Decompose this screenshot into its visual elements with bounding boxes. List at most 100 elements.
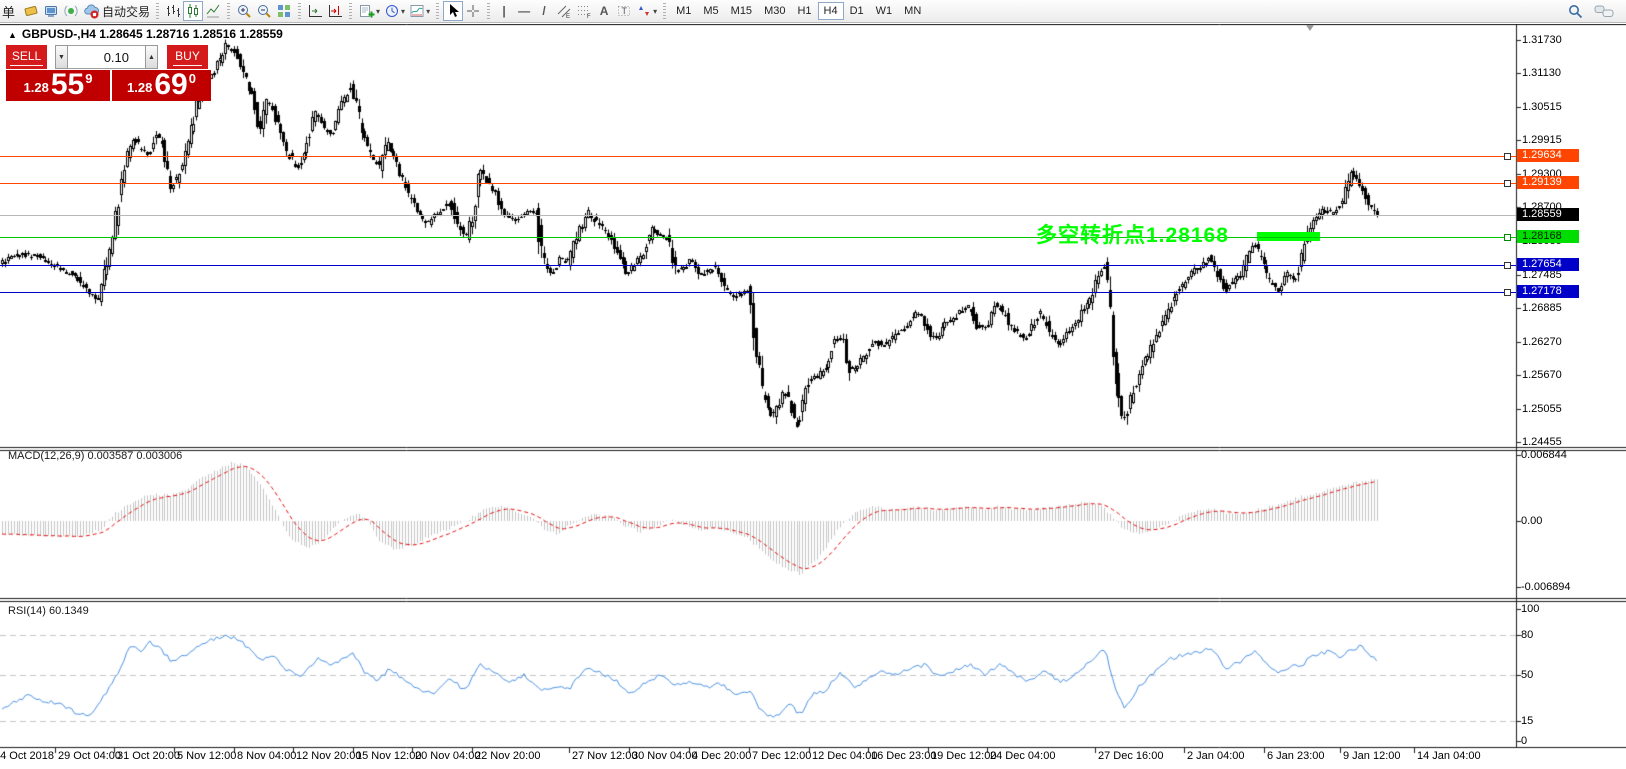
chevron-down-icon: ▾ bbox=[401, 7, 405, 16]
price-axis-tick: 1.26885 bbox=[1522, 302, 1562, 314]
main-toolbar: 单 自动交易 ▾ ▾ ▾ | — / bbox=[0, 0, 1626, 23]
zoom-out-icon[interactable] bbox=[254, 1, 274, 21]
toolbar-grip bbox=[227, 3, 230, 19]
periods-icon[interactable]: ▾ bbox=[382, 1, 407, 21]
cursor-icon[interactable] bbox=[443, 1, 463, 21]
price-axis-tick: 1.24455 bbox=[1522, 436, 1562, 448]
volume-input[interactable] bbox=[68, 45, 145, 69]
templates-icon[interactable]: ▾ bbox=[407, 1, 432, 21]
line-handle[interactable] bbox=[1504, 289, 1511, 296]
price-badge: 1.28559 bbox=[1517, 208, 1579, 221]
line-handle[interactable] bbox=[1504, 180, 1511, 187]
rsi-axis-tick: 50 bbox=[1521, 669, 1533, 681]
svg-text:E: E bbox=[566, 14, 570, 19]
horizontal-line[interactable] bbox=[0, 156, 1516, 157]
line-handle[interactable] bbox=[1504, 153, 1511, 160]
chevron-down-icon: ▾ bbox=[376, 7, 380, 16]
svg-text:F: F bbox=[587, 14, 591, 19]
timeframe-button-h4[interactable]: H4 bbox=[818, 2, 844, 20]
text-icon[interactable]: A bbox=[594, 1, 614, 21]
collapse-panel-icon[interactable]: ▲ bbox=[8, 30, 17, 40]
chat-icon[interactable] bbox=[1592, 1, 1616, 21]
candlestick-chart-icon[interactable] bbox=[183, 1, 203, 21]
line-handle[interactable] bbox=[1504, 234, 1511, 241]
line-handle[interactable] bbox=[1504, 262, 1511, 269]
price-badge: 1.27178 bbox=[1517, 285, 1579, 298]
auto-scroll-icon[interactable] bbox=[305, 1, 325, 21]
buy-price-prefix: 1.28 bbox=[127, 80, 152, 95]
volume-increase-button[interactable]: ▲ bbox=[145, 45, 158, 69]
buy-price[interactable]: 1.28690 bbox=[112, 70, 211, 101]
new-order-button[interactable]: 单 bbox=[2, 2, 15, 21]
symbol-period-label: GBPUSD-,H4 bbox=[22, 27, 96, 41]
time-axis-label: 24 Dec 04:00 bbox=[990, 750, 1055, 762]
horizontal-line[interactable] bbox=[0, 183, 1516, 184]
vertical-line-icon[interactable]: | bbox=[494, 1, 514, 21]
fibonacci-icon[interactable]: F bbox=[574, 1, 594, 21]
autotrade-label: 自动交易 bbox=[102, 3, 150, 20]
time-axis-label: 27 Dec 16:00 bbox=[1098, 750, 1163, 762]
timeframe-button-m30[interactable]: M30 bbox=[758, 2, 791, 20]
toolbar-grip bbox=[349, 3, 352, 19]
price-badge: 1.28168 bbox=[1517, 230, 1579, 243]
price-badge: 1.29634 bbox=[1517, 149, 1579, 162]
trendline-icon[interactable]: / bbox=[534, 1, 554, 21]
profiles-icon[interactable] bbox=[21, 1, 41, 21]
bar-chart-icon[interactable] bbox=[163, 1, 183, 21]
timeframe-button-w1[interactable]: W1 bbox=[870, 2, 899, 20]
rsi-axis-tick: 80 bbox=[1521, 629, 1533, 641]
time-axis-label: 22 Nov 20:00 bbox=[475, 750, 540, 762]
timeframe-button-mn[interactable]: MN bbox=[898, 2, 927, 20]
timeframe-button-m15[interactable]: M15 bbox=[725, 2, 758, 20]
time-axis-label: 2 Jan 04:00 bbox=[1187, 750, 1245, 762]
buy-button[interactable]: BUY bbox=[167, 45, 208, 69]
tile-windows-icon[interactable] bbox=[274, 1, 294, 21]
chart-surface[interactable] bbox=[0, 24, 1626, 769]
horizontal-line[interactable] bbox=[0, 237, 1516, 238]
macd-indicator-label: MACD(12,26,9) 0.003587 0.003006 bbox=[8, 450, 182, 462]
price-axis-tick: 1.30515 bbox=[1522, 101, 1562, 113]
search-icon[interactable] bbox=[1564, 1, 1586, 21]
crosshair-icon[interactable] bbox=[463, 1, 483, 21]
time-axis-label: 7 Dec 12:00 bbox=[752, 750, 811, 762]
sell-price-pip: 9 bbox=[85, 71, 92, 86]
time-axis-label: 20 Nov 04:00 bbox=[415, 750, 480, 762]
time-axis-label: 16 Dec 23:00 bbox=[871, 750, 936, 762]
horizontal-line[interactable] bbox=[0, 265, 1516, 266]
time-axis-label: 5 Nov 12:00 bbox=[177, 750, 236, 762]
price-axis-tick: 1.31730 bbox=[1522, 34, 1562, 46]
chart-shift-icon[interactable] bbox=[325, 1, 345, 21]
line-chart-icon[interactable] bbox=[203, 1, 223, 21]
sell-price[interactable]: 1.28559 bbox=[6, 70, 110, 101]
time-axis-label: 19 Dec 12:00 bbox=[931, 750, 996, 762]
signal-icon[interactable] bbox=[61, 1, 81, 21]
text-label-icon[interactable]: T bbox=[614, 1, 634, 21]
autotrade-button[interactable]: 自动交易 bbox=[81, 1, 152, 21]
price-axis-tick: 1.25670 bbox=[1522, 369, 1562, 381]
sell-button[interactable]: SELL bbox=[6, 45, 47, 69]
horizontal-line-icon[interactable]: — bbox=[514, 1, 534, 21]
volume-decrease-button[interactable]: ▼ bbox=[55, 45, 68, 69]
arrows-icon[interactable]: ▾ bbox=[634, 1, 659, 21]
terminal-icon[interactable] bbox=[41, 1, 61, 21]
time-axis-label: 27 Nov 12:00 bbox=[572, 750, 637, 762]
toolbar-grip bbox=[487, 3, 490, 19]
chart-shift-marker-icon bbox=[1306, 25, 1314, 31]
timeframe-button-d1[interactable]: D1 bbox=[844, 2, 870, 20]
zoom-in-icon[interactable] bbox=[234, 1, 254, 21]
macd-axis-tick: 0.006844 bbox=[1521, 449, 1567, 461]
chevron-down-icon: ▾ bbox=[653, 7, 657, 16]
time-axis-label: 12 Nov 20:00 bbox=[296, 750, 361, 762]
horizontal-line[interactable] bbox=[0, 292, 1516, 293]
sell-price-big: 55 bbox=[51, 72, 84, 98]
timeframe-button-m1[interactable]: M1 bbox=[670, 2, 697, 20]
pivot-annotation-text[interactable]: 多空转折点1.28168 bbox=[1036, 219, 1229, 249]
toolbar-grip bbox=[436, 3, 439, 19]
price-badge: 1.27654 bbox=[1517, 258, 1579, 271]
time-axis-label: 8 Nov 04:00 bbox=[237, 750, 296, 762]
indicators-icon[interactable]: ▾ bbox=[356, 1, 382, 21]
rsi-indicator-label: RSI(14) 60.1349 bbox=[8, 605, 89, 617]
timeframe-button-m5[interactable]: M5 bbox=[697, 2, 724, 20]
timeframe-button-h1[interactable]: H1 bbox=[791, 2, 817, 20]
channel-icon[interactable]: E bbox=[554, 1, 574, 21]
